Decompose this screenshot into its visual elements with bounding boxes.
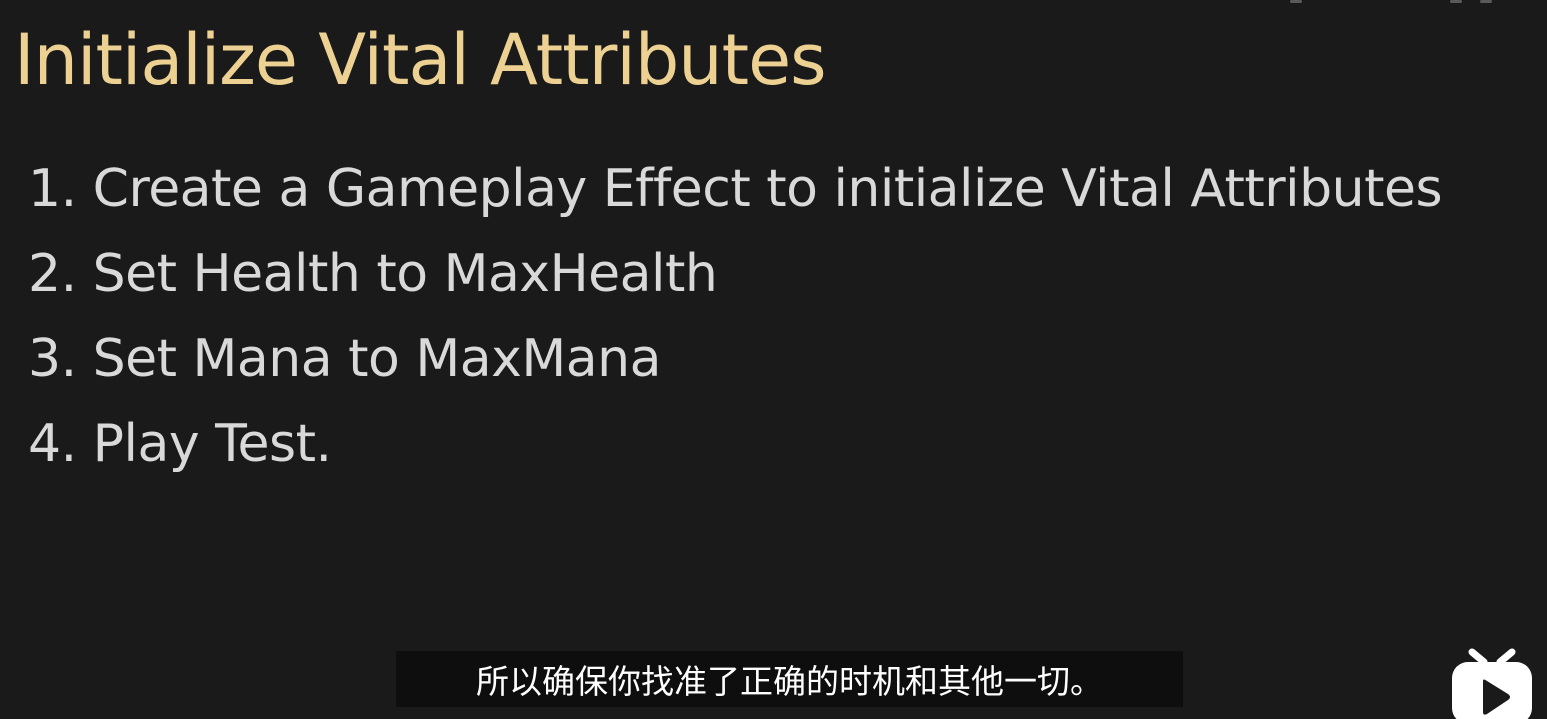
video-frame: Initialize Vital Attributes 1. Create a … <box>0 0 1547 719</box>
bilibili-tv-icon <box>1452 648 1532 719</box>
bullet-item-4: 4. Play Test. <box>28 414 332 474</box>
bullet-item-2: 2. Set Health to MaxHealth <box>28 244 718 304</box>
subtitle-box: 所以确保你找准了正确的时机和其他一切。 <box>396 651 1183 707</box>
bullet-list: 1. Create a Gameplay Effect to initializ… <box>28 147 1443 487</box>
top-corner-marks <box>1290 0 1492 3</box>
bullet-item-3: 3. Set Mana to MaxMana <box>28 329 661 389</box>
bullet-item-1: 1. Create a Gameplay Effect to initializ… <box>28 159 1443 219</box>
subtitle-text: 所以确保你找准了正确的时机和其他一切。 <box>476 662 1103 701</box>
slide-title: Initialize Vital Attributes <box>14 19 827 101</box>
